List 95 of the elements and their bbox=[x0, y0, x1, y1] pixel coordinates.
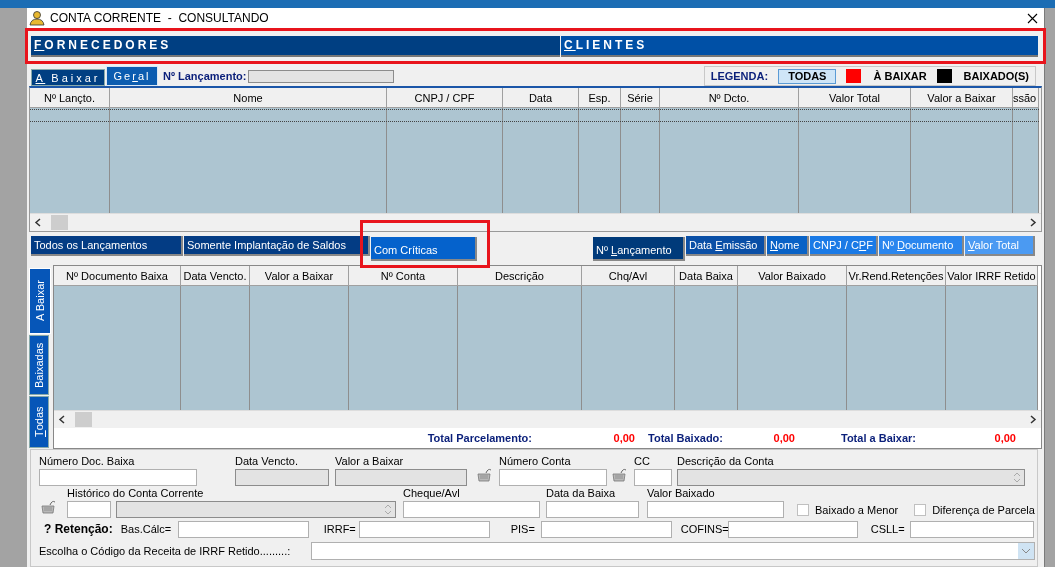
side-tab[interactable]: A Baixar bbox=[29, 268, 51, 334]
field-label: Descrição da Conta bbox=[677, 455, 775, 467]
column-header[interactable]: Data Baixa bbox=[675, 266, 738, 286]
field-label: Bas.Cálc= bbox=[120, 523, 173, 535]
scroll-thumb[interactable] bbox=[51, 215, 68, 230]
checkbox[interactable] bbox=[797, 504, 809, 516]
column-header[interactable]: Descrição bbox=[458, 266, 582, 286]
checkbox-label: Baixado a Menor bbox=[815, 504, 899, 516]
input-field[interactable] bbox=[540, 520, 672, 538]
column-header[interactable]: Vr.Rend.Retenções bbox=[847, 266, 946, 286]
column-header[interactable]: Nº Dcto. bbox=[660, 88, 799, 108]
field-label: CC bbox=[634, 455, 651, 467]
column-header[interactable]: Nome bbox=[110, 88, 387, 108]
column-header[interactable]: Esp. bbox=[579, 88, 621, 108]
column-header[interactable]: Data bbox=[503, 88, 579, 108]
column-header[interactable]: CNPJ / CPF bbox=[387, 88, 503, 108]
input-field[interactable] bbox=[177, 520, 309, 538]
input-field[interactable] bbox=[909, 520, 1034, 538]
field-label: Escolha o Código da Receita de IRRF Retido.........: bbox=[39, 545, 292, 557]
total-value: 0,00 bbox=[993, 432, 1016, 444]
tab[interactable]: Ge ral bbox=[106, 66, 158, 86]
column-header[interactable]: Nº Documento Baixa bbox=[54, 266, 181, 286]
basket-icon[interactable] bbox=[41, 499, 57, 515]
column-header[interactable]: Chq/Avl bbox=[582, 266, 675, 286]
input-field[interactable] bbox=[358, 520, 490, 538]
field-label: Valor a Baixar bbox=[335, 455, 405, 467]
scroll-right-icon[interactable] bbox=[1029, 415, 1037, 424]
column-header[interactable]: Valor IRRF Retido bbox=[946, 266, 1038, 286]
sort-tab[interactable]: CNPJ / CPF bbox=[810, 236, 878, 256]
column-header[interactable]: Série bbox=[621, 88, 660, 108]
code-field[interactable] bbox=[67, 501, 111, 518]
filter-tab[interactable]: Com Críticas bbox=[371, 237, 477, 261]
field-label: Valor Baixado bbox=[647, 487, 716, 499]
input-field[interactable] bbox=[39, 469, 197, 486]
checkbox-label: Diferença de Parcela bbox=[932, 504, 1035, 516]
filter-tab[interactable]: Somente Implantação de Saldos bbox=[184, 236, 370, 256]
horizontal-scrollbar[interactable] bbox=[30, 213, 1041, 231]
sort-tab[interactable]: Nº Documento bbox=[879, 236, 964, 256]
filter-tab[interactable]: Todos os Lançamentos bbox=[31, 236, 183, 256]
field-label: Data Vencto. bbox=[235, 455, 299, 467]
side-tab[interactable]: Todas bbox=[29, 396, 49, 448]
user-icon bbox=[29, 10, 45, 26]
column-header[interactable]: Valor a Baixar bbox=[250, 266, 349, 286]
field-label: Histórico do Conta Corrente bbox=[67, 487, 205, 499]
input-field[interactable] bbox=[727, 520, 858, 538]
field-label: COFINS= bbox=[680, 523, 728, 535]
field-label: Número Conta bbox=[499, 455, 572, 467]
legend-button[interactable]: TODAS bbox=[778, 68, 837, 84]
input-field[interactable] bbox=[546, 501, 639, 518]
column-header[interactable]: ssão bbox=[1013, 88, 1039, 108]
legend-label: À BAIXAR bbox=[873, 70, 927, 82]
scroll-left-icon[interactable] bbox=[58, 415, 66, 424]
tab[interactable]: A Baixar bbox=[31, 69, 105, 86]
field-label: IRRF= bbox=[323, 523, 357, 535]
field-label: Número Doc. Baixa bbox=[39, 455, 136, 467]
side-tab[interactable]: Baixadas bbox=[29, 335, 49, 395]
tab[interactable]: FORNECEDORES bbox=[31, 35, 560, 57]
total-label: Total Parcelamento: bbox=[426, 432, 532, 444]
scroll-thumb[interactable] bbox=[75, 412, 92, 427]
column-header[interactable]: Valor a Baixar bbox=[911, 88, 1013, 108]
field-label: Cheque/Avl bbox=[403, 487, 461, 499]
field-label: Data da Baixa bbox=[546, 487, 617, 499]
total-label: Total Baixado: bbox=[647, 432, 723, 444]
input-field[interactable] bbox=[499, 469, 607, 486]
section-title: ? Retenção: bbox=[44, 522, 113, 536]
field-label: PIS= bbox=[510, 523, 536, 535]
checkbox[interactable] bbox=[914, 504, 927, 516]
scroll-right-icon[interactable] bbox=[1029, 218, 1037, 227]
input-field[interactable] bbox=[634, 469, 672, 486]
basket-icon[interactable] bbox=[612, 467, 628, 483]
column-header[interactable]: Nº Lançto. bbox=[30, 88, 110, 108]
sort-tab[interactable]: Nº Lançamento bbox=[593, 237, 685, 261]
column-header[interactable]: Valor Total bbox=[799, 88, 911, 108]
dropdown-field[interactable] bbox=[311, 542, 1035, 560]
scroll-left-icon[interactable] bbox=[34, 218, 42, 227]
field-label: Nº Lançamento: bbox=[163, 70, 247, 82]
sort-tab[interactable]: Data Emissão bbox=[686, 236, 766, 256]
close-icon[interactable] bbox=[1027, 12, 1038, 24]
column-header[interactable]: Valor Baixado bbox=[738, 266, 847, 286]
tab[interactable]: CLIENTES bbox=[561, 35, 1038, 57]
basket-icon[interactable] bbox=[477, 467, 493, 483]
legend-title: LEGENDA: bbox=[710, 70, 769, 82]
field-label: CSLL= bbox=[870, 523, 906, 535]
total-value: 0,00 bbox=[772, 432, 795, 444]
horizontal-scrollbar[interactable] bbox=[54, 410, 1041, 428]
total-value: 0,00 bbox=[612, 432, 635, 444]
total-label: Total a Baixar: bbox=[840, 432, 916, 444]
input-field[interactable] bbox=[403, 501, 540, 518]
column-header[interactable]: Nº Conta bbox=[349, 266, 458, 286]
window-title: CONTA CORRENTE - CONSULTANDO bbox=[50, 11, 270, 25]
legend-label: BAIXADO(S) bbox=[963, 70, 1029, 82]
sort-tab[interactable]: Nome bbox=[767, 236, 809, 256]
input-field[interactable] bbox=[248, 69, 395, 83]
input-field[interactable] bbox=[647, 501, 784, 518]
column-header[interactable]: Data Vencto. bbox=[181, 266, 250, 286]
